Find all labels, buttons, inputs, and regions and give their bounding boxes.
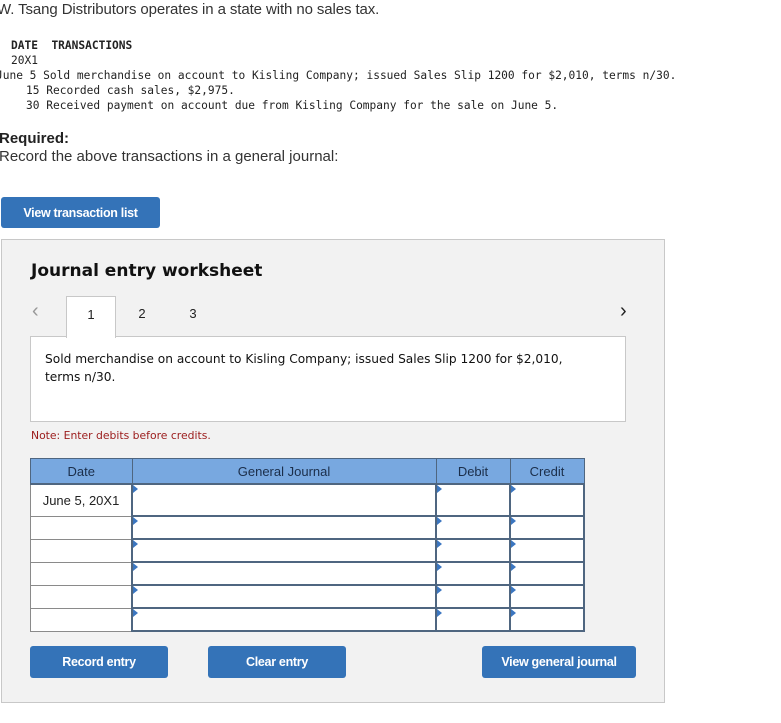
tab-2[interactable]: 2 xyxy=(117,296,167,338)
transaction-row: June 5 Sold merchandise on account to Ki… xyxy=(0,69,676,82)
debit-input[interactable] xyxy=(437,485,509,515)
header-transactions: TRANSACTIONS xyxy=(51,39,133,52)
date-cell xyxy=(30,561,133,586)
transactions-header-row: DATE TRANSACTIONS xyxy=(11,39,132,52)
table-row xyxy=(30,538,585,563)
credit-input[interactable] xyxy=(511,609,583,630)
table-row xyxy=(30,584,585,609)
date-cell xyxy=(30,584,133,609)
chevron-right-icon[interactable]: › xyxy=(620,300,627,323)
journal-table: Date General Journal Debit Credit June 5… xyxy=(30,458,585,632)
debit-input[interactable] xyxy=(437,586,509,607)
column-debit: Debit xyxy=(435,458,511,485)
header-date: DATE xyxy=(11,39,38,52)
table-row xyxy=(30,607,585,632)
column-credit: Credit xyxy=(509,458,585,485)
transactions-year: 20X1 xyxy=(11,54,38,67)
intro-text: W. Tsang Distributors operates in a stat… xyxy=(0,1,380,18)
required-label: Required: xyxy=(0,130,70,147)
table-row xyxy=(30,561,585,586)
date-cell xyxy=(30,515,133,540)
column-general-journal: General Journal xyxy=(131,458,437,485)
account-input[interactable] xyxy=(133,485,435,515)
transaction-row: 15 Recorded cash sales, $2,975. xyxy=(26,84,235,97)
worksheet-title: Journal entry worksheet xyxy=(31,261,263,281)
transaction-text: Received payment on account due from Kis… xyxy=(46,99,559,112)
account-input[interactable] xyxy=(133,609,435,630)
date-cell: June 5, 20X1 xyxy=(30,483,133,517)
transaction-text: Sold merchandise on account to Kisling C… xyxy=(43,69,677,82)
credit-input[interactable] xyxy=(511,485,583,515)
credit-input[interactable] xyxy=(511,586,583,607)
account-input[interactable] xyxy=(133,586,435,607)
view-transaction-list-button[interactable]: View transaction list xyxy=(1,197,160,228)
debit-input[interactable] xyxy=(437,517,509,538)
date-cell xyxy=(30,607,133,632)
transaction-date: June 5 xyxy=(0,69,37,82)
debits-note: Note: Enter debits before credits. xyxy=(31,429,211,442)
clear-entry-button[interactable]: Clear entry xyxy=(208,646,346,678)
required-text: Record the above transactions in a gener… xyxy=(0,148,339,165)
transaction-description-box: Sold merchandise on account to Kisling C… xyxy=(30,336,626,422)
debit-input[interactable] xyxy=(437,540,509,561)
record-entry-button[interactable]: Record entry xyxy=(30,646,168,678)
account-input[interactable] xyxy=(133,517,435,538)
column-date: Date xyxy=(30,458,133,485)
debit-input[interactable] xyxy=(437,609,509,630)
transaction-row: 30 Received payment on account due from … xyxy=(26,99,558,112)
transaction-text: Recorded cash sales, $2,975. xyxy=(46,84,235,97)
journal-table-header: Date General Journal Debit Credit xyxy=(30,458,585,485)
table-row xyxy=(30,515,585,540)
credit-input[interactable] xyxy=(511,563,583,584)
tab-1[interactable]: 1 xyxy=(66,296,116,338)
debit-input[interactable] xyxy=(437,563,509,584)
table-row: June 5, 20X1 xyxy=(30,483,585,517)
transaction-description: Sold merchandise on account to Kisling C… xyxy=(45,352,563,384)
view-general-journal-button[interactable]: View general journal xyxy=(482,646,636,678)
journal-entry-worksheet: Journal entry worksheet ‹ 1 2 3 › Sold m… xyxy=(1,239,665,703)
account-input[interactable] xyxy=(133,540,435,561)
credit-input[interactable] xyxy=(511,517,583,538)
account-input[interactable] xyxy=(133,563,435,584)
tab-3[interactable]: 3 xyxy=(168,296,218,338)
credit-input[interactable] xyxy=(511,540,583,561)
transaction-date: 15 xyxy=(26,84,40,97)
chevron-left-icon[interactable]: ‹ xyxy=(32,300,39,323)
date-cell xyxy=(30,538,133,563)
transaction-date: 30 xyxy=(26,99,40,112)
